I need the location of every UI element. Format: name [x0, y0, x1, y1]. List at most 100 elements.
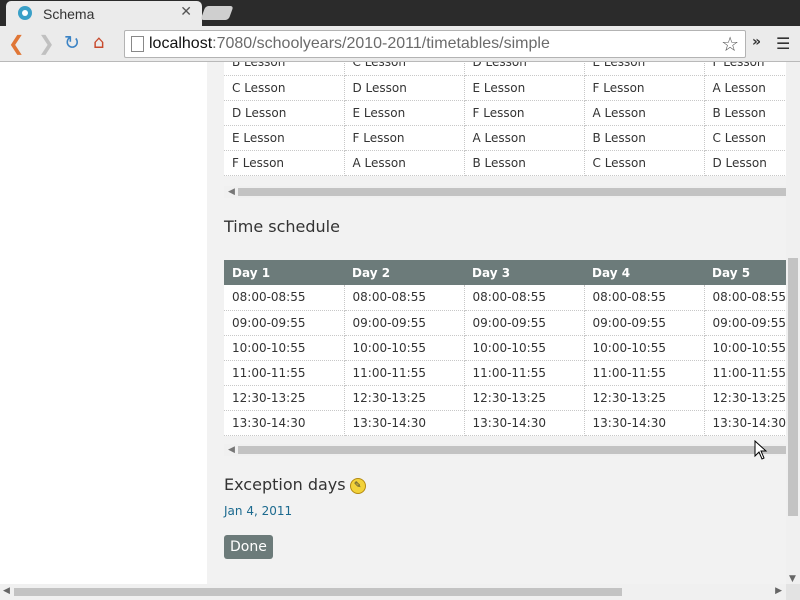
time-slot-cell: 11:00-11:55 — [464, 360, 585, 386]
time-slot-cell: 13:30-14:30 — [224, 410, 345, 436]
lesson-cell: D Lesson — [344, 75, 465, 101]
done-button[interactable]: Done — [224, 535, 273, 559]
bookmark-star-icon[interactable]: ☆ — [721, 32, 739, 56]
day-column-header: Day 3 — [464, 260, 584, 285]
lesson-cell: B Lesson — [464, 150, 585, 176]
table-row: 11:00-11:55 11:00-11:55 11:00-11:55 11:00-1… — [224, 360, 786, 386]
lesson-cell: C Lesson — [704, 125, 786, 151]
exception-date-link[interactable]: Jan 4, 2011 — [224, 504, 292, 518]
table-row: 13:30-14:30 13:30-14:30 13:30-14:30 13:30-1… — [224, 410, 786, 436]
lesson-cell: E Lesson — [344, 100, 465, 126]
menu-icon[interactable]: ☰ — [776, 34, 790, 53]
scroll-left-icon[interactable]: ◀ — [228, 444, 235, 456]
lesson-cell: F Lesson — [464, 100, 585, 126]
day-column-header: Day 1 — [224, 260, 344, 285]
tab-title: Schema — [43, 6, 95, 22]
time-slot-cell: 09:00-09:55 — [464, 310, 585, 336]
scrollbar-thumb[interactable] — [238, 188, 786, 196]
lesson-cell: A Lesson — [584, 100, 705, 126]
table-row: E Lesson F Lesson A Lesson B Lesson C Lesson — [224, 125, 786, 151]
main-content: B Lesson C Lesson D Lesson E Lesson F Lesson… — [207, 62, 786, 584]
tab-strip: Schema ✕ — [0, 0, 800, 26]
table-row: 10:00-10:55 10:00-10:55 10:00-10:55 10:00-1… — [224, 335, 786, 361]
lesson-cell: D Lesson — [224, 100, 345, 126]
horizontal-scrollbar-thumb[interactable] — [14, 588, 622, 596]
lesson-cell: B Lesson — [584, 125, 705, 151]
time-slot-cell: 10:00-10:55 — [224, 335, 345, 361]
time-slot-cell: 13:30-14:30 — [584, 410, 705, 436]
lesson-cell: A Lesson — [704, 75, 786, 101]
favicon-icon — [18, 6, 32, 20]
close-tab-icon[interactable]: ✕ — [180, 4, 192, 20]
lesson-cell: F Lesson — [704, 62, 786, 76]
back-arrow-icon[interactable]: ❮ — [8, 32, 25, 54]
time-table-scrollbar[interactable]: ◀ — [224, 444, 786, 456]
time-slot-cell: 10:00-10:55 — [584, 335, 705, 361]
lesson-cell: D Lesson — [464, 62, 585, 76]
table-row: 08:00-08:55 08:00-08:55 08:00-08:55 08:00-0… — [224, 285, 786, 311]
page-horizontal-scrollbar[interactable]: ◀ ▶ — [0, 584, 786, 600]
lesson-cell: F Lesson — [224, 150, 345, 176]
lessons-table-scrollbar[interactable]: ◀ — [224, 186, 786, 198]
address-bar[interactable]: localhost:7080/schoolyears/2010-2011/tim… — [124, 30, 746, 58]
time-slot-cell: 13:30-14:30 — [464, 410, 585, 436]
time-slot-cell: 12:30-13:25 — [704, 385, 786, 411]
browser-tab[interactable]: Schema ✕ — [6, 1, 202, 26]
lesson-cell: E Lesson — [584, 62, 705, 76]
left-panel — [0, 62, 207, 584]
browser-toolbar: ❮ ❯ ↻ ⌂ localhost:7080/schoolyears/2010-… — [0, 26, 800, 62]
mouse-cursor-icon — [754, 440, 768, 460]
lesson-cell: C Lesson — [584, 150, 705, 176]
time-slot-cell: 08:00-08:55 — [464, 285, 585, 311]
url-text[interactable]: localhost:7080/schoolyears/2010-2011/tim… — [149, 35, 550, 53]
table-row: 12:30-13:25 12:30-13:25 12:30-13:25 12:30-1… — [224, 385, 786, 411]
scroll-left-icon[interactable]: ◀ — [3, 586, 10, 596]
time-slot-cell: 11:00-11:55 — [704, 360, 786, 386]
scrollbar-thumb[interactable] — [238, 446, 786, 454]
lesson-cell: F Lesson — [584, 75, 705, 101]
time-slot-cell: 12:30-13:25 — [584, 385, 705, 411]
time-slot-cell: 12:30-13:25 — [224, 385, 345, 411]
time-slot-cell: 09:00-09:55 — [344, 310, 465, 336]
time-slot-cell: 13:30-14:30 — [344, 410, 465, 436]
scroll-down-icon[interactable]: ▼ — [789, 574, 796, 584]
time-slot-cell: 08:00-08:55 — [704, 285, 786, 311]
home-icon[interactable]: ⌂ — [93, 32, 104, 54]
vertical-scrollbar-thumb[interactable] — [788, 258, 798, 516]
lesson-cell: C Lesson — [224, 75, 345, 101]
time-slot-cell: 09:00-09:55 — [224, 310, 345, 336]
time-slot-cell: 08:00-08:55 — [344, 285, 465, 311]
time-slot-cell: 11:00-11:55 — [344, 360, 465, 386]
page-vertical-scrollbar[interactable]: ▼ — [786, 62, 800, 584]
time-slot-cell: 12:30-13:25 — [464, 385, 585, 411]
reload-icon[interactable]: ↻ — [64, 32, 80, 54]
table-row: C Lesson D Lesson E Lesson F Lesson A Lesson — [224, 75, 786, 101]
day-column-header: Day 2 — [344, 260, 464, 285]
lesson-cell: B Lesson — [704, 100, 786, 126]
lesson-cell: D Lesson — [704, 150, 786, 176]
forward-arrow-icon[interactable]: ❯ — [38, 32, 55, 54]
lesson-cell: E Lesson — [224, 125, 345, 151]
scrollbar-corner — [786, 584, 800, 600]
new-tab-button[interactable] — [200, 6, 234, 20]
time-slot-cell: 08:00-08:55 — [584, 285, 705, 311]
exception-days-heading: Exception days ✎ — [224, 475, 366, 494]
table-row: F Lesson A Lesson B Lesson C Lesson D Lesson — [224, 150, 786, 176]
table-row: D Lesson E Lesson F Lesson A Lesson B Lesson — [224, 100, 786, 126]
scroll-right-icon[interactable]: ▶ — [775, 586, 782, 596]
lessons-table-container: B Lesson C Lesson D Lesson E Lesson F Lesson… — [224, 62, 786, 176]
extensions-overflow-button[interactable]: » — [752, 34, 761, 50]
time-slot-cell: 11:00-11:55 — [584, 360, 705, 386]
time-slot-cell: 10:00-10:55 — [464, 335, 585, 361]
time-slot-cell: 10:00-10:55 — [704, 335, 786, 361]
lesson-cell: C Lesson — [344, 62, 465, 76]
time-slot-cell: 08:00-08:55 — [224, 285, 345, 311]
lesson-cell: F Lesson — [344, 125, 465, 151]
pencil-edit-icon[interactable]: ✎ — [349, 477, 366, 494]
time-schedule-heading: Time schedule — [224, 217, 340, 236]
lesson-cell: B Lesson — [224, 62, 345, 76]
table-header-row: Day 1 Day 2 Day 3 Day 4 Day 5 — [224, 260, 786, 285]
day-column-header: Day 5 — [704, 260, 786, 285]
scroll-left-icon[interactable]: ◀ — [228, 186, 235, 198]
page-viewport: B Lesson C Lesson D Lesson E Lesson F Lesson… — [0, 62, 786, 584]
